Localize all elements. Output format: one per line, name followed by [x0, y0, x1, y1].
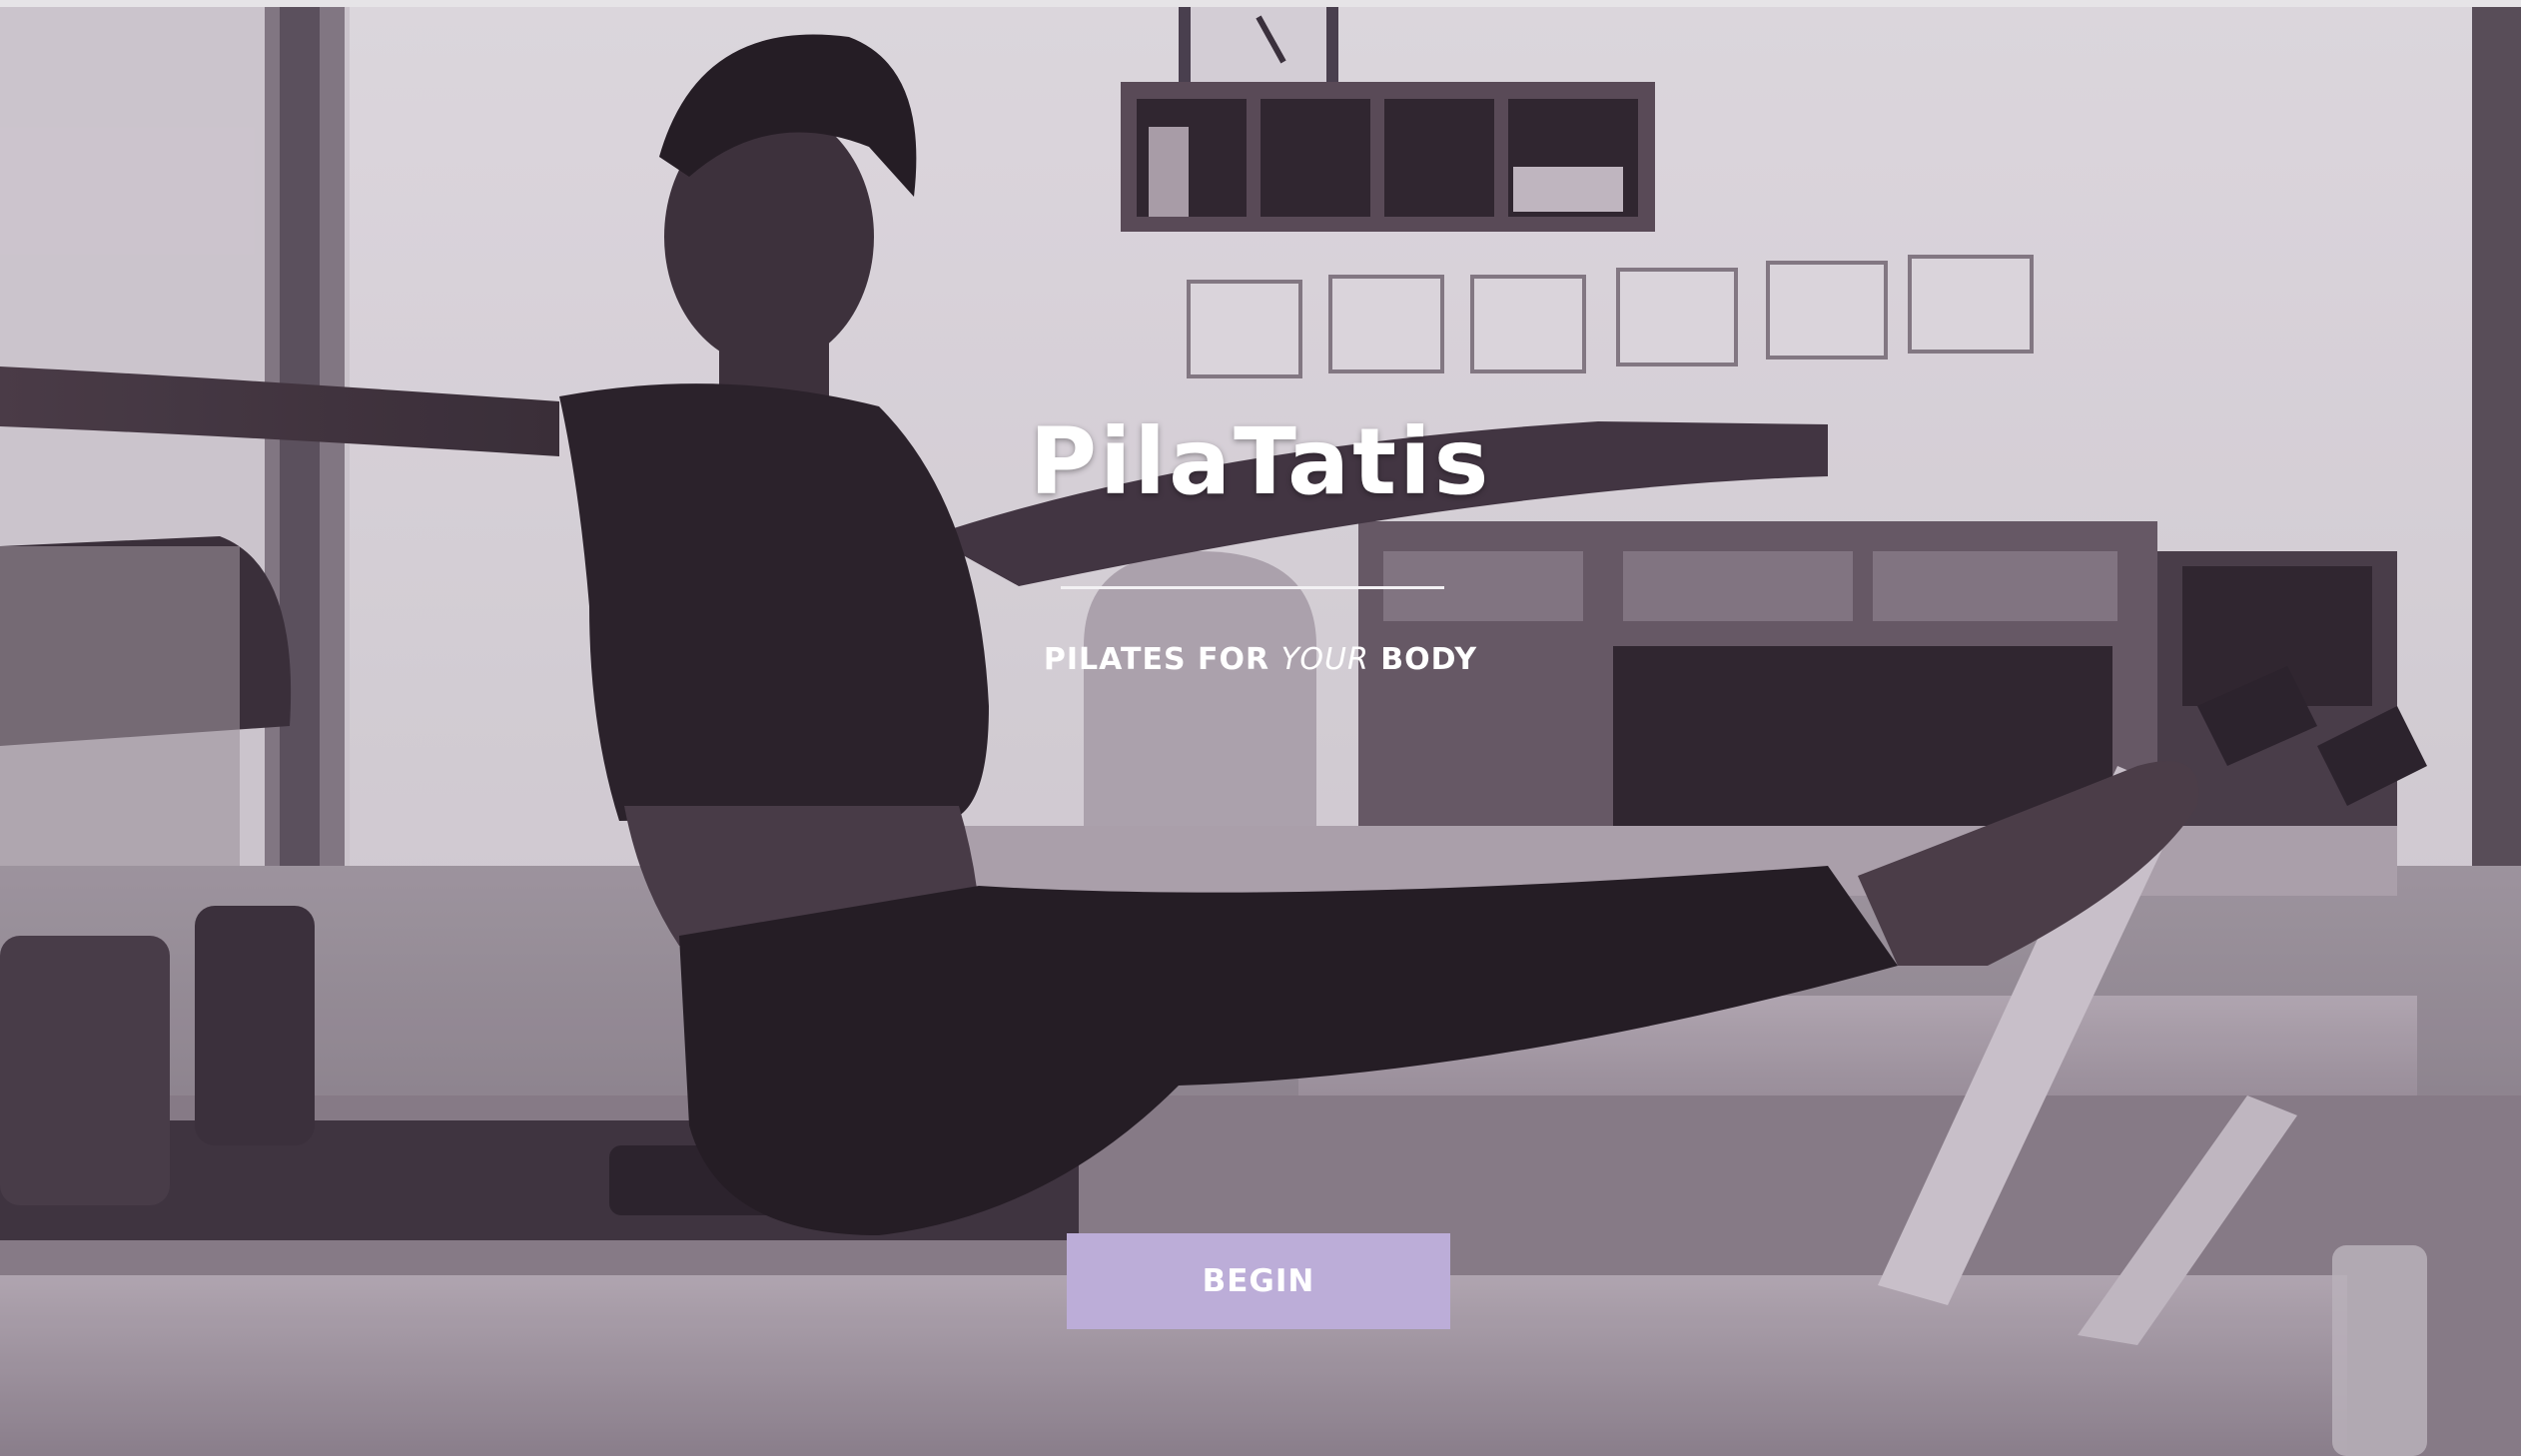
- begin-button[interactable]: BEGIN: [1067, 1233, 1450, 1329]
- brand-title: PilaTatis: [1029, 408, 1492, 515]
- tagline-after: BODY: [1380, 642, 1478, 677]
- title-divider: [1061, 586, 1444, 589]
- top-strip: [0, 0, 2521, 7]
- tagline-emphasis: YOUR: [1280, 642, 1369, 677]
- tagline-before: PILATES FOR: [1043, 642, 1270, 677]
- landing-page: PilaTatis PILATES FOR YOUR BODY BEGIN: [0, 0, 2521, 1456]
- tagline: PILATES FOR YOUR BODY: [0, 645, 2521, 675]
